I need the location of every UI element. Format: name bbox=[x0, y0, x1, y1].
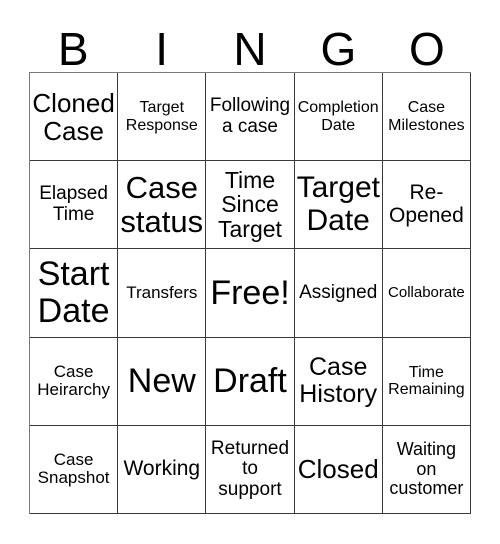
bingo-cell-b4[interactable]: Case Heirarchy bbox=[30, 337, 119, 426]
bingo-header-letter-g: G bbox=[320, 23, 357, 75]
bingo-cell-o1[interactable]: Case Milestones bbox=[382, 73, 471, 162]
bingo-cell-label: Following a case bbox=[209, 95, 291, 137]
bingo-cell-label: Cloned Case bbox=[32, 87, 115, 146]
bingo-cell-o2[interactable]: Re- Opened bbox=[382, 161, 471, 250]
bingo-header-letter-n: N bbox=[233, 23, 267, 75]
bingo-cell-g2[interactable]: Target Date bbox=[294, 161, 383, 250]
bingo-cell-label: Target Date bbox=[296, 171, 380, 237]
bingo-cell-i5[interactable]: Working bbox=[118, 425, 207, 514]
bingo-cell-label: Elapsed Time bbox=[39, 183, 108, 225]
bingo-cell-i4[interactable]: New bbox=[118, 337, 207, 426]
bingo-cell-label: Time Since Target bbox=[218, 166, 282, 243]
bingo-cell-label: Working bbox=[123, 457, 201, 481]
bingo-cell-o4[interactable]: Time Remaining bbox=[382, 337, 471, 426]
bingo-cell-label: Time Remaining bbox=[388, 363, 465, 399]
bingo-cell-n2[interactable]: Time Since Target bbox=[206, 161, 295, 250]
bingo-cell-b5[interactable]: Case Snapshot bbox=[30, 425, 119, 514]
bingo-cell-g5[interactable]: Closed bbox=[294, 425, 383, 514]
bingo-cell-label: Case status bbox=[120, 170, 204, 239]
bingo-cell-free-space[interactable]: Free! bbox=[206, 249, 295, 338]
bingo-cell-n4[interactable]: Draft bbox=[206, 337, 295, 426]
bingo-cell-o3[interactable]: Collaborate bbox=[382, 249, 471, 338]
bingo-cell-label: Target Response bbox=[125, 99, 198, 134]
bingo-cell-g4[interactable]: Case History bbox=[294, 337, 383, 426]
bingo-cell-label: New bbox=[127, 361, 196, 400]
bingo-cell-label: Draft bbox=[213, 361, 287, 400]
bingo-cell-b2[interactable]: Elapsed Time bbox=[30, 161, 119, 250]
bingo-cell-label: Free! bbox=[210, 273, 290, 312]
bingo-header-letter-o: O bbox=[408, 23, 445, 75]
bingo-card: B I N GO Cloned Case Target Response Followin… bbox=[0, 0, 500, 544]
bingo-cell-g1[interactable]: Completion Date bbox=[294, 73, 383, 162]
bingo-cell-label: Collaborate bbox=[388, 283, 465, 301]
bingo-cell-n5[interactable]: Returned to support bbox=[206, 425, 295, 514]
bingo-cell-label: Case Snapshot bbox=[37, 450, 110, 488]
bingo-cell-n1[interactable]: Following a case bbox=[206, 73, 295, 162]
bingo-cell-i3[interactable]: Transfers bbox=[118, 249, 207, 338]
bingo-cell-label: Waiting on customer bbox=[389, 439, 464, 499]
bingo-header-row: B I N GO bbox=[29, 14, 471, 72]
bingo-cell-b1[interactable]: Cloned Case bbox=[30, 73, 119, 162]
bingo-cell-label: Returned to support bbox=[210, 437, 290, 500]
bingo-cell-label: Assigned bbox=[299, 281, 378, 303]
bingo-header-letter-b: B bbox=[57, 23, 89, 75]
bingo-cell-label: Case Milestones bbox=[388, 99, 465, 134]
bingo-cell-o5[interactable]: Waiting on customer bbox=[382, 425, 471, 514]
bingo-grid: Cloned Case Target Response Following a ca… bbox=[29, 72, 471, 514]
bingo-cell-label: Case Heirarchy bbox=[37, 361, 110, 400]
bingo-cell-i2[interactable]: Case status bbox=[118, 161, 207, 250]
bingo-cell-label: Re- Opened bbox=[389, 181, 464, 227]
bingo-cell-i1[interactable]: Target Response bbox=[118, 73, 207, 162]
bingo-cell-label: Case History bbox=[299, 353, 378, 409]
bingo-cell-label: Start Date bbox=[37, 255, 110, 330]
bingo-cell-b3[interactable]: Start Date bbox=[30, 249, 119, 338]
bingo-header-letter-i: I bbox=[155, 23, 168, 75]
bingo-cell-label: Completion Date bbox=[297, 99, 379, 134]
bingo-cell-label: Transfers bbox=[126, 282, 198, 302]
bingo-cell-g3[interactable]: Assigned bbox=[294, 249, 383, 338]
bingo-cell-label: Closed bbox=[297, 454, 379, 485]
